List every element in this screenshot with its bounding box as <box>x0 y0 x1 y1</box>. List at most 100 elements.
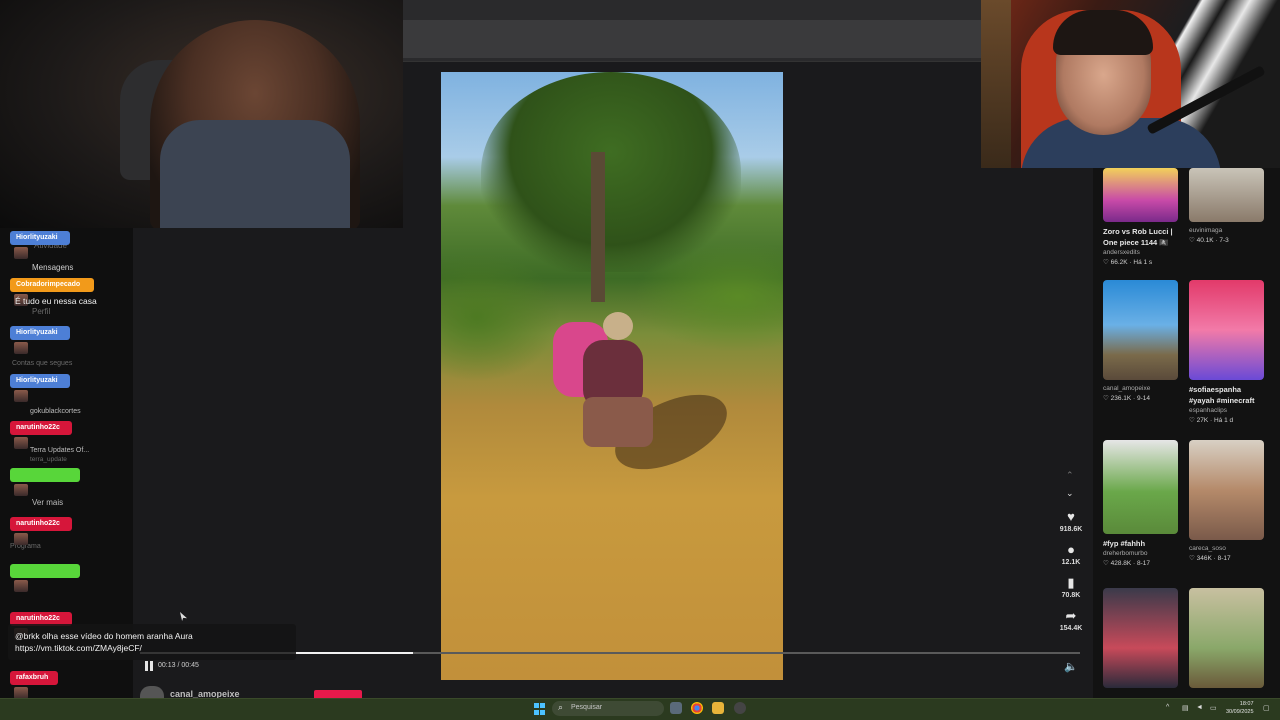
search-placeholder: Pesquisar <box>571 704 603 711</box>
share-icon: ➦ <box>1065 608 1077 623</box>
windows-start-icon[interactable] <box>534 703 546 715</box>
taskbar-search[interactable] <box>552 701 664 716</box>
playback-time: 00:13 / 00:45 <box>158 662 199 669</box>
account-terra-updates-handle: terra_update <box>30 456 67 463</box>
account-terra-updates[interactable]: Terra Updates Of... <box>30 447 89 454</box>
clock-time: 18:07 <box>1239 701 1254 707</box>
feed-stats: ♡ 40.1K · 7-3 <box>1189 237 1229 244</box>
feed-stats: ♡ 236.1K · 9-14 <box>1103 395 1151 402</box>
feed-thumbnail[interactable] <box>1189 588 1264 688</box>
save-button[interactable]: ▮ 70.8K <box>1057 575 1085 600</box>
save-count: 70.8K <box>1061 592 1081 599</box>
notifications-icon[interactable]: ▢ <box>1263 704 1270 712</box>
chat-user-avatar <box>14 437 28 449</box>
chevron-down-icon[interactable]: ⌄ <box>1066 488 1074 499</box>
following-accounts-heading: Contas que segues <box>12 360 73 367</box>
feed-author[interactable]: canal_amopeixe <box>1103 385 1150 392</box>
feed-caption[interactable]: Zoro vs Rob Lucci | <box>1103 227 1173 236</box>
highlighted-chat-message <box>8 624 296 660</box>
file-explorer-icon[interactable] <box>712 702 724 714</box>
stream-screen: Atividade Mensagens Perfil Contas que se… <box>0 0 1280 720</box>
chat-username-badge <box>10 564 80 578</box>
feed-thumbnail[interactable] <box>1103 588 1178 688</box>
task-view-icon[interactable] <box>670 702 682 714</box>
pause-icon[interactable] <box>143 660 155 672</box>
chat-message-text: É tudo eu nessa casa <box>15 296 97 306</box>
person-legs <box>583 397 653 447</box>
streamer-webcam-left <box>0 0 403 228</box>
top-bar-strip <box>403 20 981 58</box>
feed-stats: ♡ 27K · Há 1 d <box>1189 417 1234 424</box>
nav-mensagens[interactable]: Mensagens <box>32 263 73 272</box>
streamer-shirt <box>160 120 350 228</box>
feed-stats: ♡ 346K · 8-17 <box>1189 555 1231 562</box>
tiktok-top-bar <box>403 0 981 62</box>
feed-caption[interactable]: #sofiaespanha <box>1189 385 1241 394</box>
like-button[interactable]: ♥ 918.6K <box>1057 509 1085 534</box>
total-duration: 00:45 <box>181 662 199 669</box>
comment-count: 12.1K <box>1061 559 1081 566</box>
comment-button[interactable]: ● 12.1K <box>1057 542 1085 567</box>
chat-username-badge: rafaxbruh <box>10 671 58 685</box>
feed-stats: ♡ 428.8K · 8-17 <box>1103 560 1151 567</box>
chat-user-avatar <box>14 580 28 592</box>
nav-perfil[interactable]: Perfil <box>32 307 50 316</box>
system-clock[interactable]: 18:07 30/09/2025 <box>1226 700 1254 716</box>
feed-caption[interactable]: One piece 1144 🏴‍☠️ <box>1103 238 1169 247</box>
crouching-person <box>553 312 663 472</box>
chat-username-badge: Hiorlityuzaki <box>10 326 70 340</box>
chat-message-line-1: @brkk olha esse vídeo do homem aranha Au… <box>15 631 193 641</box>
streamer-webcam-right <box>981 0 1280 168</box>
clock-date: 30/09/2025 <box>1226 709 1254 715</box>
search-icon: ⌕ <box>558 702 564 712</box>
feed-stats: ♡ 66.2K · Há 1 s <box>1103 259 1153 266</box>
tree-trunk <box>591 152 605 302</box>
feed-thumbnail[interactable] <box>1189 168 1264 222</box>
chrome-icon[interactable] <box>691 702 703 714</box>
chat-user-avatar <box>14 484 28 496</box>
chat-user-avatar <box>14 390 28 402</box>
follow-button[interactable] <box>314 690 362 698</box>
like-count: 918.6K <box>1059 526 1083 533</box>
video-player[interactable] <box>441 72 783 680</box>
speaker-icon[interactable]: ◄ <box>1196 704 1203 711</box>
feed-thumbnail[interactable] <box>1103 280 1178 380</box>
obs-icon[interactable] <box>734 702 746 714</box>
feed-author[interactable]: dreherbomurbo <box>1103 550 1147 557</box>
chat-username-badge: Cobradorimpecado <box>10 278 94 292</box>
streamer-hair <box>1053 10 1153 55</box>
feed-caption[interactable]: #yayah #minecraft <box>1189 396 1254 405</box>
chevron-up-tray-icon[interactable]: ^ <box>1166 704 1169 711</box>
feed-author[interactable]: euvinimaga <box>1189 227 1222 234</box>
share-count: 154.4K <box>1059 625 1083 632</box>
chat-username-badge <box>10 468 80 482</box>
feed-thumbnail[interactable] <box>1189 440 1264 540</box>
feed-author[interactable]: careca_soso <box>1189 545 1226 552</box>
chevron-up-icon[interactable]: ⌃ <box>1066 470 1074 481</box>
feed-author[interactable]: espanhaclips <box>1189 407 1227 414</box>
bush-left <box>441 252 561 382</box>
account-gokublackcortes[interactable]: gokublackcortes <box>30 408 81 415</box>
feed-thumbnail[interactable] <box>1103 440 1178 534</box>
battery-icon[interactable]: ▭ <box>1210 704 1217 712</box>
author-avatar[interactable] <box>140 686 164 698</box>
comment-icon: ● <box>1067 542 1075 557</box>
volume-icon[interactable]: 🔈 <box>1064 660 1078 673</box>
chat-username-badge: narutinho22c <box>10 517 72 531</box>
chat-message-link[interactable]: https://vm.tiktok.com/ZMAy8jeCF/ <box>15 643 142 653</box>
network-icon[interactable]: ▤ <box>1182 704 1189 712</box>
feed-thumbnail[interactable] <box>1189 280 1264 380</box>
nav-ver-mais[interactable]: Ver mais <box>32 498 63 507</box>
chat-user-avatar <box>14 342 28 354</box>
wall-poster <box>981 0 1011 168</box>
feed-caption[interactable]: #fyp #fahhh <box>1103 539 1145 548</box>
feed-thumbnail[interactable] <box>1103 168 1178 222</box>
person-cap <box>603 312 633 340</box>
heart-icon: ♥ <box>1067 509 1075 524</box>
bookmark-icon: ▮ <box>1067 575 1075 590</box>
feed-author[interactable]: andersxedits <box>1103 249 1140 256</box>
chat-user-avatar <box>14 247 28 259</box>
chat-username-badge: Hiorlityuzaki <box>10 374 70 388</box>
chat-username-badge: narutinho22c <box>10 421 72 435</box>
share-button[interactable]: ➦ 154.4K <box>1057 608 1085 633</box>
